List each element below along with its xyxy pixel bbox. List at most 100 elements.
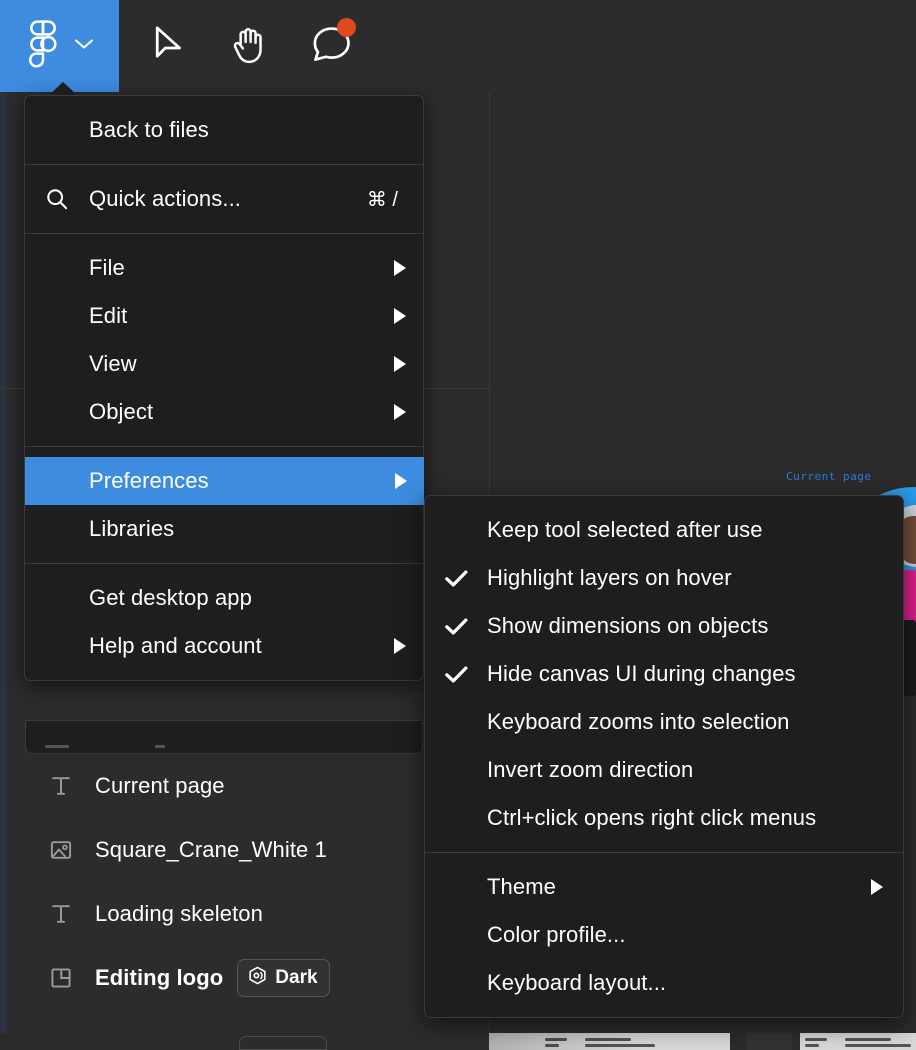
- image-layer-icon: [48, 837, 78, 863]
- figma-main-menu-button[interactable]: [0, 0, 119, 92]
- submenu-item-label: Color profile...: [487, 922, 626, 947]
- layer-row[interactable]: Editing logo Dark: [7, 946, 489, 1010]
- submenu-item-label: Ctrl+click opens right click menus: [487, 805, 817, 830]
- menu-item-libraries[interactable]: Libraries: [25, 505, 423, 553]
- text-layer-icon: [48, 901, 78, 927]
- layer-name: Current page: [95, 773, 225, 798]
- submenu-item-invert-zoom-direction[interactable]: Invert zoom direction: [425, 746, 903, 794]
- submenu-item-color-profile[interactable]: Color profile...: [425, 911, 903, 959]
- menu-item-file[interactable]: File: [25, 244, 423, 292]
- submenu-item-label: Theme: [487, 874, 556, 899]
- submenu-item-label: Keyboard layout...: [487, 970, 667, 995]
- frame-layer-icon: [48, 965, 78, 991]
- chevron-right-icon: [394, 356, 406, 372]
- figma-app-window: Current page Current page Square_Crane_W…: [0, 0, 916, 1050]
- menu-separator: [25, 164, 423, 165]
- layer-name: Square_Crane_White 1: [95, 837, 327, 862]
- comment-tool-button[interactable]: [291, 0, 373, 92]
- filmstrip-card: [544, 1033, 730, 1050]
- menu-item-label: Back to files: [89, 117, 209, 142]
- hand-icon: [231, 23, 269, 70]
- chevron-right-icon: [871, 879, 883, 895]
- filmstrip-text-line: [545, 1038, 567, 1041]
- filmstrip-text-line: [585, 1044, 655, 1047]
- comment-notification-badge: [337, 18, 356, 37]
- chevron-right-icon: [394, 404, 406, 420]
- layer-name: Loading skeleton: [95, 901, 263, 926]
- cursor-arrow-icon: [151, 24, 185, 69]
- filmstrip-text-line: [845, 1038, 891, 1041]
- submenu-item-hide-canvas-ui-during-changes[interactable]: Hide canvas UI during changes: [425, 650, 903, 698]
- submenu-item-keep-tool-selected-after-use[interactable]: Keep tool selected after use: [425, 506, 903, 554]
- layer-name: Editing logo: [95, 965, 224, 990]
- menu-separator: [25, 233, 423, 234]
- menu-item-label: Quick actions...: [89, 186, 241, 211]
- figma-main-menu: Back to files Quick actions... ⌘ / File …: [24, 95, 424, 681]
- layer-row[interactable]: Current page: [7, 754, 489, 818]
- occluded-row-pill: [155, 745, 165, 748]
- filmstrip-card: [800, 1033, 916, 1050]
- chevron-down-icon: [74, 37, 94, 55]
- menu-separator: [25, 446, 423, 447]
- submenu-separator: [425, 852, 903, 853]
- menu-item-shortcut: ⌘ /: [366, 188, 398, 211]
- top-toolbar: [0, 0, 916, 92]
- menu-item-edit[interactable]: Edit: [25, 292, 423, 340]
- chevron-right-icon: [394, 260, 406, 276]
- submenu-item-label: Show dimensions on objects: [487, 613, 769, 638]
- canvas-divider-horizontal: [430, 388, 489, 389]
- menu-pointer-arrow: [49, 82, 77, 95]
- check-icon: [425, 616, 487, 637]
- filmstrip-segment: [730, 1033, 746, 1050]
- filmstrip-text-line: [805, 1044, 819, 1047]
- occluded-layer-frame: [25, 720, 423, 754]
- submenu-item-highlight-layers-on-hover[interactable]: Highlight layers on hover: [425, 554, 903, 602]
- layers-panel: Current page Square_Crane_White 1 Loadin…: [7, 754, 489, 1050]
- check-icon: [425, 568, 487, 589]
- menu-item-quick-actions[interactable]: Quick actions... ⌘ /: [25, 175, 423, 223]
- chevron-right-icon: [394, 638, 406, 654]
- filmstrip-text-line: [845, 1044, 911, 1047]
- menu-item-object[interactable]: Object: [25, 388, 423, 436]
- text-layer-icon: [48, 773, 78, 799]
- menu-item-label: Help and account: [89, 633, 262, 658]
- occluded-row-pill: [45, 745, 69, 748]
- menu-item-label: File: [89, 255, 125, 280]
- menu-item-label: View: [89, 351, 137, 376]
- layer-row[interactable]: Loading skeleton: [7, 882, 489, 946]
- chevron-right-icon: [395, 473, 407, 489]
- menu-separator: [25, 563, 423, 564]
- layer-row[interactable]: Square_Crane_White 1: [7, 818, 489, 882]
- menu-item-help-and-account[interactable]: Help and account: [25, 622, 423, 670]
- left-edge-strip: [0, 92, 7, 1050]
- menu-item-get-desktop-app[interactable]: Get desktop app: [25, 574, 423, 622]
- layer-search-field[interactable]: [239, 1036, 327, 1050]
- menu-item-label: Get desktop app: [89, 585, 252, 610]
- variable-mode-badge[interactable]: Dark: [237, 959, 330, 997]
- search-icon: [25, 186, 89, 212]
- submenu-item-ctrl-click-opens-right-click-menus[interactable]: Ctrl+click opens right click menus: [425, 794, 903, 842]
- menu-item-label: Libraries: [89, 516, 175, 541]
- chevron-right-icon: [394, 308, 406, 324]
- submenu-item-label: Invert zoom direction: [487, 757, 694, 782]
- submenu-item-theme[interactable]: Theme: [425, 863, 903, 911]
- check-icon: [425, 664, 487, 685]
- hand-tool-button[interactable]: [209, 0, 291, 92]
- submenu-item-show-dimensions-on-objects[interactable]: Show dimensions on objects: [425, 602, 903, 650]
- figma-logo-icon: [26, 19, 60, 73]
- submenu-item-label: Keep tool selected after use: [487, 517, 763, 542]
- menu-item-label: Object: [89, 399, 154, 424]
- submenu-item-keyboard-layout[interactable]: Keyboard layout...: [425, 959, 903, 1007]
- submenu-item-keyboard-zooms-into-selection[interactable]: Keyboard zooms into selection: [425, 698, 903, 746]
- move-tool-button[interactable]: [127, 0, 209, 92]
- filmstrip-text-line: [805, 1038, 827, 1041]
- filmstrip-text-line: [545, 1044, 559, 1047]
- submenu-item-label: Highlight layers on hover: [487, 565, 732, 590]
- menu-item-preferences[interactable]: Preferences: [25, 457, 424, 505]
- menu-item-label: Edit: [89, 303, 128, 328]
- menu-item-back-to-files[interactable]: Back to files: [25, 106, 423, 154]
- menu-item-label: Preferences: [89, 468, 209, 493]
- canvas-artwork-label: Current page: [786, 470, 872, 483]
- menu-item-view[interactable]: View: [25, 340, 423, 388]
- submenu-item-label: Hide canvas UI during changes: [487, 661, 796, 686]
